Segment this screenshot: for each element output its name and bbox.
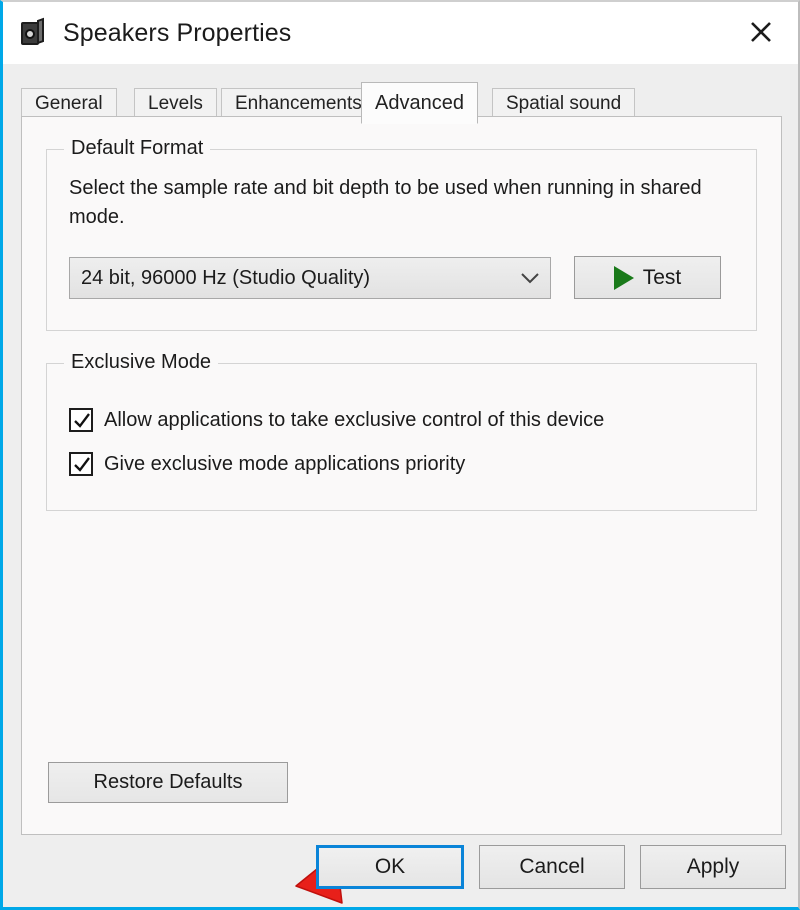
apply-button-label: Apply: [686, 855, 740, 878]
chevron-down-icon: [510, 271, 550, 285]
checkbox-priority-row[interactable]: Give exclusive mode applications priorit…: [69, 452, 465, 476]
checkbox-exclusive-control-row[interactable]: Allow applications to take exclusive con…: [69, 408, 604, 432]
tab-label: Spatial sound: [506, 93, 622, 114]
checkbox-priority-label: Give exclusive mode applications priorit…: [104, 452, 466, 475]
tab-label: Levels: [148, 93, 203, 114]
play-triangle-icon: [613, 265, 634, 290]
default-format-group-label: Default Format: [64, 137, 211, 160]
tab-strip: General Levels Enhancements Advanced Spa…: [21, 82, 782, 124]
tab-advanced[interactable]: Advanced: [361, 82, 478, 124]
test-button-label: Test: [642, 265, 682, 289]
checkbox-exclusive-control[interactable]: [69, 408, 93, 432]
speakers-properties-dialog: Speakers Properties General Levels Enhan…: [0, 0, 800, 910]
exclusive-mode-group-label: Exclusive Mode: [64, 351, 219, 374]
test-button[interactable]: Test: [574, 256, 721, 299]
window-title: Speakers Properties: [63, 18, 292, 47]
close-icon[interactable]: [724, 2, 798, 62]
title-bar: Speakers Properties: [3, 2, 798, 64]
cancel-button[interactable]: Cancel: [479, 845, 625, 889]
checkbox-exclusive-control-label: Allow applications to take exclusive con…: [104, 408, 605, 431]
default-format-group: Default Format Select the sample rate an…: [46, 137, 757, 331]
apply-button[interactable]: Apply: [640, 845, 786, 889]
checkbox-priority[interactable]: [69, 452, 93, 476]
restore-defaults-button[interactable]: Restore Defaults: [48, 762, 288, 803]
exclusive-mode-group: Exclusive Mode Allow applications to tak…: [46, 351, 757, 511]
dialog-footer: OK Cancel Apply: [3, 835, 798, 907]
default-format-value: 24 bit, 96000 Hz (Studio Quality): [81, 266, 371, 289]
restore-defaults-label: Restore Defaults: [93, 771, 243, 793]
cancel-button-label: Cancel: [519, 855, 585, 878]
default-format-combobox[interactable]: 24 bit, 96000 Hz (Studio Quality): [69, 257, 551, 299]
tab-label: Advanced: [375, 91, 464, 114]
tab-label: General: [35, 93, 103, 114]
ok-button[interactable]: OK: [316, 845, 464, 889]
advanced-tab-panel: Default Format Select the sample rate an…: [21, 116, 782, 904]
default-format-description: Select the sample rate and bit depth to …: [69, 177, 702, 228]
ok-button-label: OK: [374, 855, 406, 878]
speaker-icon: [17, 17, 47, 48]
tab-label: Enhancements: [235, 93, 362, 114]
